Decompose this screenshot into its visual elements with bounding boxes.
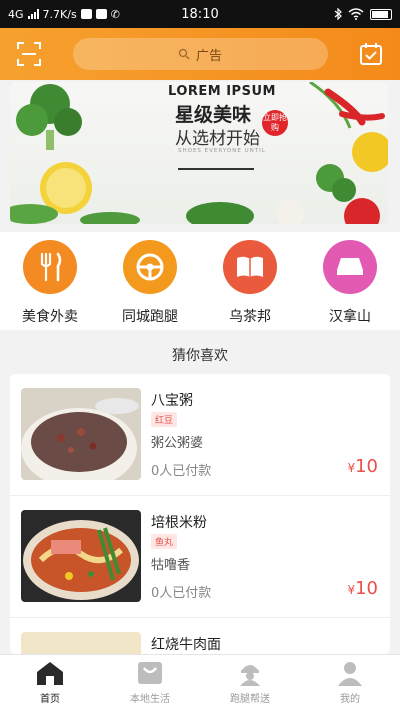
wifi-icon [348,8,364,20]
calendar-button[interactable] [356,39,386,69]
item-price: ¥10 [347,578,378,599]
banner-small-text: SHOES EVERYONE UNTIL [178,148,266,154]
section-title: 猜你喜欢 [172,348,228,364]
bluetooth-icon [334,8,342,20]
item-name: 八宝粥 [151,393,193,409]
tab-local-life[interactable]: 本地生活 [100,655,200,710]
battery-icon [370,8,392,20]
home-icon [37,662,63,685]
tab-label: 我的 [340,694,360,705]
category-label: 汉拿山 [329,309,371,325]
item-sold: 0人已付款 [151,586,212,601]
banner-title-zh: 星级美味 [175,104,252,126]
tab-label: 首页 [40,694,60,705]
search-bar[interactable]: 广告 [72,38,328,70]
food-image [21,632,141,654]
item-sold: 0人已付款 [151,464,212,479]
list-item[interactable]: 培根米粉 鱼丸 牯噜香 0人已付款 ¥10 [10,496,390,618]
food-image [21,388,141,480]
item-tag: 红豆 [151,412,178,427]
item-shop: 粥公粥婆 [151,436,204,451]
sofa-icon [337,258,363,275]
item-price: ¥10 [347,456,378,477]
list-item[interactable]: 八宝粥 红豆 粥公粥婆 0人已付款 ¥10 [10,374,390,496]
recommend-list: 八宝粥 红豆 粥公粥婆 0人已付款 ¥10 培根米粉 鱼丸 牯噜香 0人已付款 … [10,374,390,654]
promo-banner[interactable]: LOREM IPSUM 星级美味 从选材开始 SHOES EVERYONE UN… [10,82,388,224]
category-hannashan[interactable]: 汉拿山 [310,240,390,326]
currency-symbol: ¥ [347,583,356,597]
tab-home[interactable]: 首页 [0,655,100,710]
search-placeholder: 广告 [195,48,222,64]
item-tag: 鱼丸 [151,534,178,549]
app-header: 广告 [0,28,400,80]
category-circle [223,240,277,294]
banner-divider [178,168,254,170]
signal-icon [27,9,39,19]
category-label: 美食外卖 [22,309,78,325]
scan-button[interactable] [14,39,44,69]
bottom-tab-bar: 首页 本地生活 跑腿帮送 我的 [0,654,400,710]
category-circle [123,240,177,294]
category-circle [23,240,77,294]
scan-icon [17,42,41,66]
category-city-errand[interactable]: 同城跑腿 [110,240,190,326]
phone-icon: ✆ [110,7,120,21]
price-value: 10 [355,456,378,477]
category-label: 同城跑腿 [122,309,178,325]
status-right [334,8,392,20]
network-type: 4G [8,7,24,21]
tab-mine[interactable]: 我的 [300,655,400,710]
calendar-icon [360,43,382,65]
category-wucha[interactable]: 乌茶邦 [210,240,290,326]
tab-label: 本地生活 [130,694,170,705]
status-bar: 4G 7.7K/s ✆ 18:10 [0,0,400,28]
category-row: 美食外卖 同城跑腿 乌茶邦 汉拿山 [0,232,400,330]
network-speed: 7.7K/s [42,7,77,21]
currency-symbol: ¥ [347,461,356,475]
banner-subtitle-zh: 从选材开始 [175,129,260,149]
tab-label: 跑腿帮送 [230,694,270,705]
status-left: 4G 7.7K/s ✆ [8,8,120,21]
notification-icon [80,9,92,19]
category-label: 乌茶邦 [229,309,271,325]
category-circle [323,240,377,294]
banner-title-en: LOREM IPSUM [168,84,276,99]
fork-knife-icon [40,252,62,282]
price-value: 10 [355,578,378,599]
steering-wheel-icon [136,253,164,281]
user-icon [338,662,362,686]
shopping-bag-icon [138,662,162,684]
mail-icon [95,9,107,19]
buy-now-badge[interactable]: 立即抢购 [262,110,288,136]
courier-icon [240,665,260,686]
tab-errand-delivery[interactable]: 跑腿帮送 [200,655,300,710]
category-food-delivery[interactable]: 美食外卖 [10,240,90,326]
item-shop: 牯噜香 [151,558,191,573]
item-name: 红烧牛肉面 [151,637,221,653]
search-icon [178,48,190,60]
list-item[interactable]: 红烧牛肉面 [10,618,390,654]
book-icon [237,256,263,277]
food-image [21,510,141,602]
item-name: 培根米粉 [151,515,207,531]
